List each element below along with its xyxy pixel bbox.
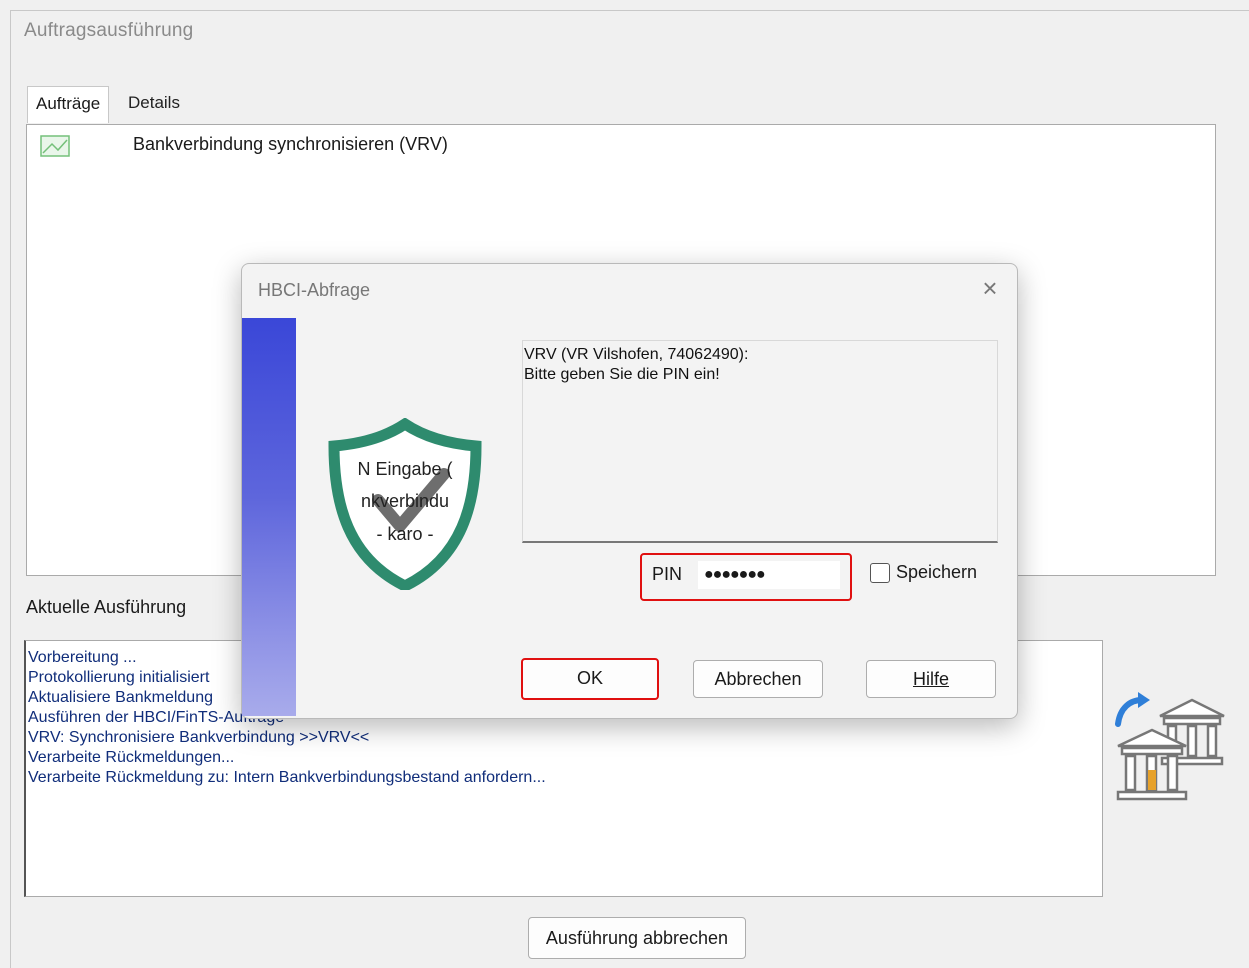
dialog-title: HBCI-Abfrage bbox=[258, 280, 371, 300]
tab-auftraege[interactable]: Aufträge bbox=[27, 86, 110, 123]
tab-details[interactable]: Details bbox=[120, 86, 188, 120]
shield-caption: N Eingabe ( bbox=[357, 459, 453, 479]
log-line: Aktualisiere Bankmeldung bbox=[28, 689, 213, 706]
save-checkbox-label[interactable]: Speichern bbox=[896, 562, 977, 583]
help-button[interactable]: Hilfe bbox=[866, 660, 996, 698]
message-text: VRV (VR Vilshofen, 74062490): bbox=[524, 346, 749, 363]
log-line: Verarbeite Rückmeldungen... bbox=[28, 749, 235, 766]
pin-input[interactable]: ●●●●●●● bbox=[698, 561, 840, 589]
window-title: Auftragsausführung bbox=[24, 20, 194, 41]
dialog-side-stripe bbox=[242, 318, 296, 716]
current-execution-label: Aktuelle Ausführung bbox=[26, 597, 187, 617]
ok-button[interactable]: OK bbox=[521, 658, 659, 700]
save-checkbox[interactable] bbox=[870, 563, 890, 583]
log-line: VRV: Synchronisiere Bankverbindung >>VRV… bbox=[28, 729, 370, 746]
message-text: Bitte geben Sie die PIN ein! bbox=[524, 366, 720, 383]
abort-execution-button[interactable]: Ausführung abbrechen bbox=[528, 917, 746, 959]
log-line: Verarbeite Rückmeldung zu: Intern Bankve… bbox=[28, 769, 546, 786]
pin-label: PIN bbox=[652, 564, 683, 584]
cancel-button[interactable]: Abbrechen bbox=[693, 660, 823, 698]
log-line: Vorbereitung ... bbox=[28, 649, 137, 666]
bank-transfer-icon bbox=[1115, 692, 1225, 801]
log-line: Protokollierung initialisiert bbox=[28, 669, 210, 686]
close-icon[interactable]: × bbox=[976, 274, 1004, 302]
job-item-label[interactable]: Bankverbindung synchronisieren (VRV) bbox=[133, 134, 448, 155]
image-placeholder-icon bbox=[40, 135, 70, 157]
shield-caption: nkverbindu bbox=[360, 491, 450, 511]
shield-caption: - karo - bbox=[376, 524, 434, 544]
